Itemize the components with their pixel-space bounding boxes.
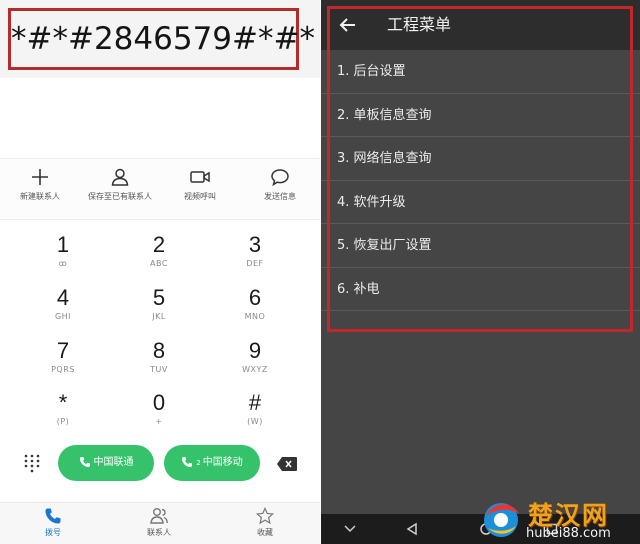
- key-digit: 5: [152, 285, 166, 310]
- nav-favorites-label: 收藏: [257, 528, 273, 537]
- new-contact-action[interactable]: 新建联系人: [0, 167, 80, 217]
- back-triangle-icon[interactable]: [405, 522, 419, 536]
- call-buttons-row: 中国联通 2 中国移动: [0, 440, 320, 492]
- nav-contacts[interactable]: 联系人: [119, 507, 199, 544]
- video-call-action[interactable]: 视频呼叫: [160, 167, 240, 217]
- key-digit: 1: [56, 232, 70, 257]
- key-letters: +: [155, 417, 163, 426]
- site-watermark: 楚汉网 hubei88.com: [474, 496, 640, 544]
- contacts-icon: [150, 508, 168, 524]
- star-icon: [256, 507, 274, 525]
- key-letters: MNO: [244, 312, 266, 321]
- back-arrow-icon[interactable]: [339, 16, 357, 34]
- key-digit: 6: [248, 285, 262, 310]
- call-sim2-button[interactable]: 2 中国移动: [164, 445, 260, 481]
- key-letters: ꝏ: [58, 259, 68, 268]
- key-digit: 9: [248, 338, 262, 363]
- key-4[interactable]: 4 GHI: [15, 285, 111, 337]
- key-star[interactable]: * (P): [15, 390, 111, 442]
- key-digit: 4: [56, 285, 70, 310]
- key-letters: JKL: [152, 312, 166, 321]
- logo-icon: [484, 503, 519, 537]
- dial-keypad: 1 ꝏ 2 ABC 3 DEF 4 GHI 5 JKL 6 MNO 7 PQRS…: [0, 222, 320, 440]
- menu-item-network-info[interactable]: 3. 网络信息查询: [321, 137, 640, 181]
- nav-favorites[interactable]: 收藏: [225, 507, 305, 544]
- send-message-label: 发送信息: [264, 192, 296, 201]
- key-letters: (W): [247, 417, 263, 426]
- phone-icon: [182, 457, 193, 467]
- dialed-code: *#*#2846579#*#*: [11, 21, 315, 57]
- nav-dial-label: 拨号: [45, 528, 61, 537]
- key-6[interactable]: 6 MNO: [207, 285, 303, 337]
- menu-item-factory-reset[interactable]: 5. 恢复出厂设置: [321, 224, 640, 268]
- message-icon: [271, 169, 289, 187]
- key-8[interactable]: 8 TUV: [111, 338, 207, 390]
- plus-icon: [32, 169, 48, 185]
- chevron-down-icon[interactable]: [343, 522, 357, 536]
- key-digit: 8: [152, 338, 166, 363]
- dialer-screen: *#*#2846579#*#* 新建联系人 保存至已有联系人 视频呼叫 发送信息…: [0, 0, 320, 544]
- menu-item-board-info[interactable]: 2. 单板信息查询: [321, 94, 640, 137]
- title-bar: 工程菜单: [321, 0, 640, 50]
- menu-item-charge-supplement[interactable]: 6. 补电: [321, 268, 640, 311]
- video-call-label: 视频呼叫: [184, 192, 216, 201]
- sim1-label: 中国联通: [93, 457, 134, 468]
- key-3[interactable]: 3 DEF: [207, 232, 303, 284]
- key-letters: PQRS: [51, 365, 75, 374]
- bottom-navigation: 拨号 联系人 收藏: [0, 502, 320, 544]
- call-sim1-button[interactable]: 中国联通: [58, 445, 154, 481]
- page-title: 工程菜单: [387, 15, 452, 34]
- key-hash[interactable]: # (W): [207, 390, 303, 442]
- phone-icon: [45, 508, 61, 524]
- key-digit: 7: [56, 338, 70, 363]
- video-icon: [190, 171, 210, 183]
- quick-actions-bar: 新建联系人 保存至已有联系人 视频呼叫 发送信息: [0, 158, 320, 220]
- key-letters: TUV: [150, 365, 168, 374]
- nav-dial[interactable]: 拨号: [13, 507, 93, 544]
- code-highlight-frame: *#*#2846579#*#*: [8, 8, 315, 70]
- key-letters: (P): [56, 417, 70, 426]
- key-digit: 0: [152, 390, 166, 415]
- menu-item-software-upgrade[interactable]: 4. 软件升级: [321, 181, 640, 224]
- key-5[interactable]: 5 JKL: [111, 285, 207, 337]
- person-icon: [111, 168, 129, 186]
- nav-contacts-label: 联系人: [147, 528, 171, 537]
- key-9[interactable]: 9 WXYZ: [207, 338, 303, 390]
- engineering-menu-screen: 工程菜单 1. 后台设置 2. 单板信息查询 3. 网络信息查询 4. 软件升级…: [321, 0, 640, 544]
- key-letters: WXYZ: [242, 365, 268, 374]
- menu-item-background-settings[interactable]: 1. 后台设置: [321, 50, 640, 94]
- key-letters: GHI: [54, 312, 72, 321]
- new-contact-label: 新建联系人: [20, 192, 60, 201]
- key-1[interactable]: 1 ꝏ: [15, 232, 111, 284]
- key-digit: *: [58, 390, 68, 415]
- sim2-badge: 2: [196, 459, 201, 467]
- key-letters: DEF: [246, 259, 264, 268]
- menu-list: 1. 后台设置 2. 单板信息查询 3. 网络信息查询 4. 软件升级 5. 恢…: [321, 50, 640, 311]
- watermark-url: hubei88.com: [526, 526, 611, 541]
- save-to-contact-label: 保存至已有联系人: [88, 192, 152, 201]
- backspace-icon[interactable]: [276, 456, 298, 472]
- key-digit: #: [248, 390, 262, 415]
- send-message-action[interactable]: 发送信息: [240, 167, 320, 217]
- phone-icon: [79, 457, 90, 467]
- keypad-toggle-icon[interactable]: [22, 453, 42, 473]
- dial-input-area[interactable]: *#*#2846579#*#*: [0, 0, 320, 78]
- key-digit: 2: [152, 232, 166, 257]
- sim2-label: 中国移动: [202, 457, 243, 468]
- key-2[interactable]: 2 ABC: [111, 232, 207, 284]
- save-to-contact-action[interactable]: 保存至已有联系人: [80, 167, 160, 217]
- key-letters: ABC: [150, 259, 168, 268]
- key-0[interactable]: 0 +: [111, 390, 207, 442]
- key-digit: 3: [248, 232, 262, 257]
- key-7[interactable]: 7 PQRS: [15, 338, 111, 390]
